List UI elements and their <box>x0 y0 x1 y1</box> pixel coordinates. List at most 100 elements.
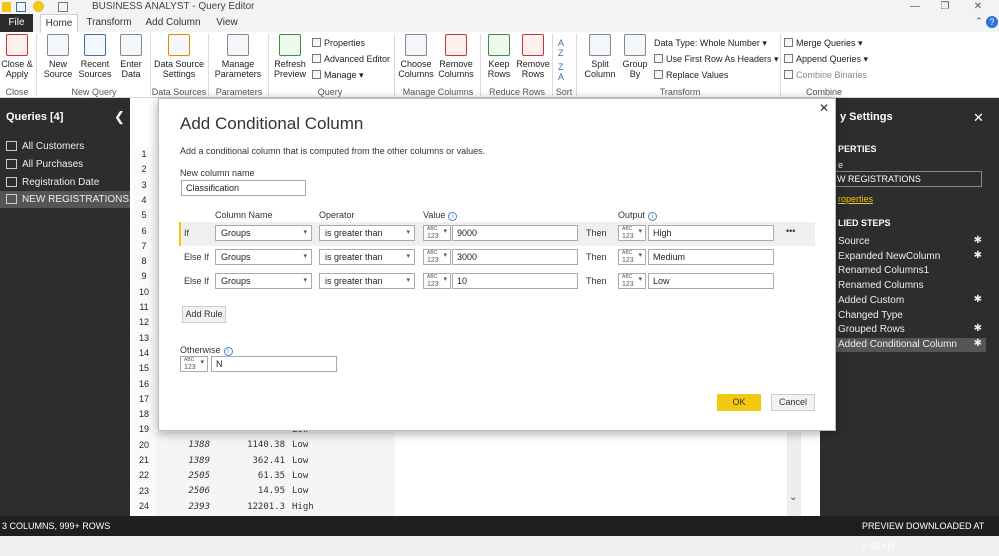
group-by-button[interactable]: Group By <box>620 34 650 79</box>
close-window-button[interactable]: ✕ <box>968 0 988 14</box>
new-source-button[interactable]: New Source <box>40 34 76 79</box>
applied-step[interactable]: Source ✱ <box>836 235 986 249</box>
help-icon[interactable]: ? <box>986 16 998 28</box>
collapse-ribbon-icon[interactable]: ⌃ <box>975 16 983 27</box>
tab-file[interactable]: File <box>0 14 33 32</box>
sort-ascending-icon[interactable]: AZ <box>558 38 564 58</box>
output-type-selector[interactable]: ABC 123 ▾ <box>618 249 646 265</box>
enter-data-button[interactable]: Enter Data <box>116 34 146 79</box>
applied-step[interactable]: Changed Type <box>836 309 986 323</box>
group-divider <box>394 34 395 96</box>
recent-sources-icon <box>84 34 106 56</box>
query-item-all-purchases[interactable]: All Purchases <box>0 156 130 173</box>
ok-button[interactable]: OK <box>717 394 761 411</box>
advanced-editor-button[interactable]: Advanced Editor <box>312 54 390 64</box>
operator-select[interactable]: is greater than ▾ <box>319 273 415 289</box>
minimize-button[interactable]: — <box>905 0 925 14</box>
value-input[interactable]: 10 <box>452 273 578 289</box>
undo-icon[interactable] <box>58 2 68 12</box>
step-settings-gear-icon[interactable]: ✱ <box>974 323 982 334</box>
all-properties-link[interactable]: roperties <box>838 194 873 204</box>
column-name-select[interactable]: Groups ▾ <box>215 273 312 289</box>
output-type-selector[interactable]: ABC 123 ▾ <box>618 273 646 289</box>
save-icon[interactable] <box>16 2 26 12</box>
combine-icon <box>784 70 793 79</box>
group-label-manage-columns: Manage Columns <box>402 87 474 97</box>
close-apply-button[interactable]: Close & Apply <box>0 34 34 79</box>
refresh-preview-button[interactable]: Refresh Preview <box>270 34 310 79</box>
close-dialog-button[interactable]: ✕ <box>819 101 829 115</box>
new-column-name-input[interactable]: Classification <box>181 180 306 196</box>
column-name-select[interactable]: Groups ▾ <box>215 225 312 241</box>
step-settings-gear-icon[interactable]: ✱ <box>974 250 982 261</box>
query-item-registration-date[interactable]: Registration Date <box>0 174 130 191</box>
applied-step[interactable]: Renamed Columns1 <box>836 264 986 278</box>
properties-button[interactable]: Properties <box>312 38 365 48</box>
replace-values-button[interactable]: Replace Values <box>654 70 728 80</box>
group-by-label: Group By <box>622 59 648 79</box>
refresh-icon <box>279 34 301 56</box>
cancel-button[interactable]: Cancel <box>771 394 815 411</box>
value-type-selector[interactable]: ABC 123 ▾ <box>423 225 451 241</box>
output-input[interactable]: Medium <box>648 249 774 265</box>
scroll-down-icon[interactable]: ⌄ <box>789 492 797 503</box>
value-input[interactable]: 9000 <box>452 225 578 241</box>
value-type-selector[interactable]: ABC 123 ▾ <box>423 273 451 289</box>
operator-select[interactable]: is greater than ▾ <box>319 225 415 241</box>
name-label: e <box>838 160 844 170</box>
vertical-scrollbar[interactable]: ⌄ <box>787 432 801 516</box>
use-first-row-headers-button[interactable]: Use First Row As Headers ▾ <box>654 54 779 64</box>
tab-add-column[interactable]: Add Column <box>142 14 204 32</box>
data-source-settings-button[interactable]: Data Source Settings <box>152 34 206 79</box>
data-type-dropdown[interactable]: Data Type: Whole Number ▾ <box>654 38 767 48</box>
sort-descending-icon[interactable]: ZA <box>558 62 564 82</box>
manage-parameters-button[interactable]: Manage Parameters <box>210 34 266 79</box>
recent-sources-button[interactable]: Recent Sources <box>76 34 114 79</box>
then-label: Then <box>586 252 607 262</box>
collapse-queries-icon[interactable]: ❮ <box>114 109 125 125</box>
keep-rows-button[interactable]: Keep Rows <box>482 34 516 79</box>
smiley-icon[interactable] <box>33 1 44 12</box>
otherwise-type-selector[interactable]: ABC 123 ▾ <box>180 356 208 372</box>
manage-button[interactable]: Manage ▾ <box>312 70 364 80</box>
output-input[interactable]: High <box>648 225 774 241</box>
applied-step[interactable]: Added Custom ✱ <box>836 294 986 308</box>
remove-columns-button[interactable]: Remove Columns <box>436 34 476 79</box>
append-queries-button[interactable]: Append Queries ▾ <box>784 54 868 64</box>
cell-amount: 12201.3 <box>247 501 285 512</box>
split-column-button[interactable]: Split Column <box>580 34 620 79</box>
more-options-icon[interactable]: ••• <box>786 226 795 236</box>
value-type-selector[interactable]: ABC 123 ▾ <box>423 249 451 265</box>
output-input[interactable]: Low <box>648 273 774 289</box>
output-type-selector[interactable]: ABC 123 ▾ <box>618 225 646 241</box>
step-settings-gear-icon[interactable]: ✱ <box>974 294 982 305</box>
tab-home[interactable]: Home <box>40 14 78 32</box>
applied-step[interactable]: Added Conditional Column ✱ <box>836 337 986 352</box>
otherwise-value-input[interactable]: N <box>211 356 337 372</box>
group-label-sort: Sort <box>555 87 573 97</box>
row-number: 20 <box>134 437 154 453</box>
combine-binaries-button[interactable]: Combine Binaries <box>784 70 867 80</box>
operator-select[interactable]: is greater than ▾ <box>319 249 415 265</box>
step-settings-gear-icon[interactable]: ✱ <box>974 235 982 246</box>
close-settings-icon[interactable]: ✕ <box>973 110 984 126</box>
chevron-down-icon: ▾ <box>200 359 204 366</box>
applied-step-label: Added Conditional Column <box>838 338 957 350</box>
row-number: 7 <box>134 238 154 254</box>
remove-rows-button[interactable]: Remove Rows <box>516 34 550 79</box>
tab-transform[interactable]: Transform <box>84 14 134 32</box>
query-item-all-customers[interactable]: All Customers <box>0 138 130 155</box>
add-rule-button[interactable]: Add Rule <box>182 306 226 323</box>
value-input[interactable]: 3000 <box>452 249 578 265</box>
restore-button[interactable]: ❐ <box>935 0 955 14</box>
column-name-select[interactable]: Groups ▾ <box>215 249 312 265</box>
step-settings-gear-icon[interactable]: ✱ <box>974 338 982 349</box>
applied-step[interactable]: Grouped Rows ✱ <box>836 323 986 337</box>
tab-view[interactable]: View <box>210 14 244 32</box>
applied-step[interactable]: Expanded NewColumn ✱ <box>836 250 986 264</box>
query-item-new-registrations[interactable]: NEW REGISTRATIONS <box>0 191 130 208</box>
choose-columns-button[interactable]: Choose Columns <box>396 34 436 79</box>
applied-step[interactable]: Renamed Columns <box>836 279 986 293</box>
merge-queries-button[interactable]: Merge Queries ▾ <box>784 38 863 48</box>
query-name-input[interactable]: W REGISTRATIONS <box>834 171 982 187</box>
